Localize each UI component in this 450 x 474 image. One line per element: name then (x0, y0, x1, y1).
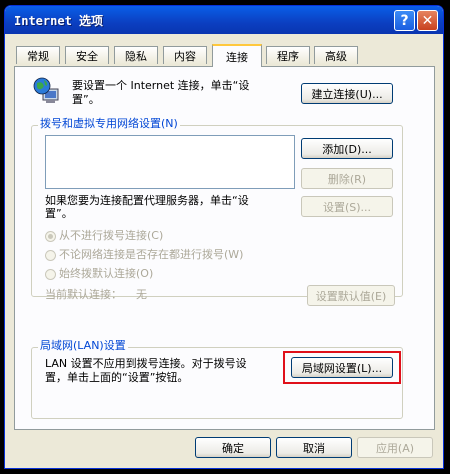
settings-button[interactable]: 设置(S)... (301, 196, 393, 217)
network-globe-icon (33, 77, 59, 103)
button-label: 设置默认值(E) (315, 289, 387, 303)
button-label: 取消 (303, 441, 325, 455)
current-default-value: 无 (136, 288, 147, 301)
radio-label: 从不进行拨号连接(C) (59, 229, 164, 242)
radio-button[interactable] (45, 268, 56, 280)
internet-options-window: Internet 选项 ? ✕ 常规 安全 隐私 内容 连接 程序 高级 要设置… (4, 5, 444, 469)
title-bar[interactable]: Internet 选项 ? ✕ (5, 6, 443, 34)
tab-advanced[interactable]: 高级 (314, 46, 358, 64)
set-default-button[interactable]: 设置默认值(E) (307, 285, 395, 306)
help-button[interactable]: ? (394, 10, 415, 31)
tab-connections[interactable]: 连接 (212, 44, 262, 67)
button-label: 确定 (222, 441, 244, 455)
lan-text-line2: 置，单击上面的“设置”按钮。 (45, 371, 189, 384)
cancel-button[interactable]: 取消 (276, 437, 352, 458)
button-label: 建立连接(U)... (311, 87, 383, 101)
ok-button[interactable]: 确定 (195, 437, 271, 458)
close-icon: ✕ (421, 12, 434, 29)
dialup-group-label: 拨号和虚拟专用网络设置(N) (38, 117, 180, 131)
tab-label: 常规 (27, 49, 49, 63)
tab-programs[interactable]: 程序 (266, 46, 310, 64)
connections-panel: 要设置一个 Internet 连接，单击“设 置”。 建立连接(U)... 拨号… (14, 66, 435, 430)
button-label: 局域网设置(L)... (301, 361, 383, 375)
remove-button[interactable]: 删除(R) (301, 168, 393, 189)
current-default-label: 当前默认连接： (45, 288, 122, 301)
radio-label: 不论网络连接是否存在都进行拨号(W) (59, 248, 244, 261)
close-button[interactable]: ✕ (417, 10, 438, 31)
button-label: 应用(A) (375, 441, 415, 455)
tab-general[interactable]: 常规 (16, 46, 60, 64)
radio-button[interactable] (45, 249, 56, 261)
tab-label: 内容 (174, 49, 196, 63)
lan-settings-button[interactable]: 局域网设置(L)... (291, 357, 393, 378)
radio-never-dial[interactable]: 从不进行拨号连接(C) (45, 229, 163, 243)
tab-security[interactable]: 安全 (65, 46, 109, 64)
tab-privacy[interactable]: 隐私 (114, 46, 158, 64)
apply-button[interactable]: 应用(A) (357, 437, 433, 458)
tab-label: 连接 (226, 50, 248, 64)
setup-text-line2: 置”。 (72, 93, 100, 106)
setup-connection-button[interactable]: 建立连接(U)... (301, 83, 393, 104)
help-icon: ? (400, 12, 409, 29)
lan-group-label: 局域网(LAN)设置 (38, 339, 128, 353)
tab-strip: 常规 安全 隐私 内容 连接 程序 高级 (14, 44, 434, 67)
window-title: Internet 选项 (14, 14, 104, 28)
connection-list[interactable] (45, 135, 295, 189)
tab-content[interactable]: 内容 (163, 46, 207, 64)
proxy-text-line2: 置”。 (45, 207, 73, 220)
radio-always-dial[interactable]: 始终拨默认连接(O) (45, 267, 153, 281)
tab-label: 安全 (76, 49, 98, 63)
tab-label: 高级 (325, 49, 347, 63)
button-label: 设置(S)... (322, 200, 372, 214)
add-button[interactable]: 添加(D)... (301, 138, 393, 159)
tab-label: 隐私 (125, 49, 147, 63)
lan-text-line1: LAN 设置不应用到拨号连接。对于拨号设 (45, 357, 247, 370)
tab-label: 程序 (277, 49, 299, 63)
radio-button[interactable] (45, 230, 56, 242)
proxy-text-line1: 如果您要为连接配置代理服务器，单击“设 (45, 194, 249, 207)
radio-dial-when-no-network[interactable]: 不论网络连接是否存在都进行拨号(W) (45, 248, 243, 262)
setup-text-line1: 要设置一个 Internet 连接，单击“设 (72, 79, 250, 92)
button-label: 添加(D)... (322, 142, 372, 156)
button-label: 删除(R) (327, 172, 367, 186)
radio-label: 始终拨默认连接(O) (59, 267, 154, 280)
